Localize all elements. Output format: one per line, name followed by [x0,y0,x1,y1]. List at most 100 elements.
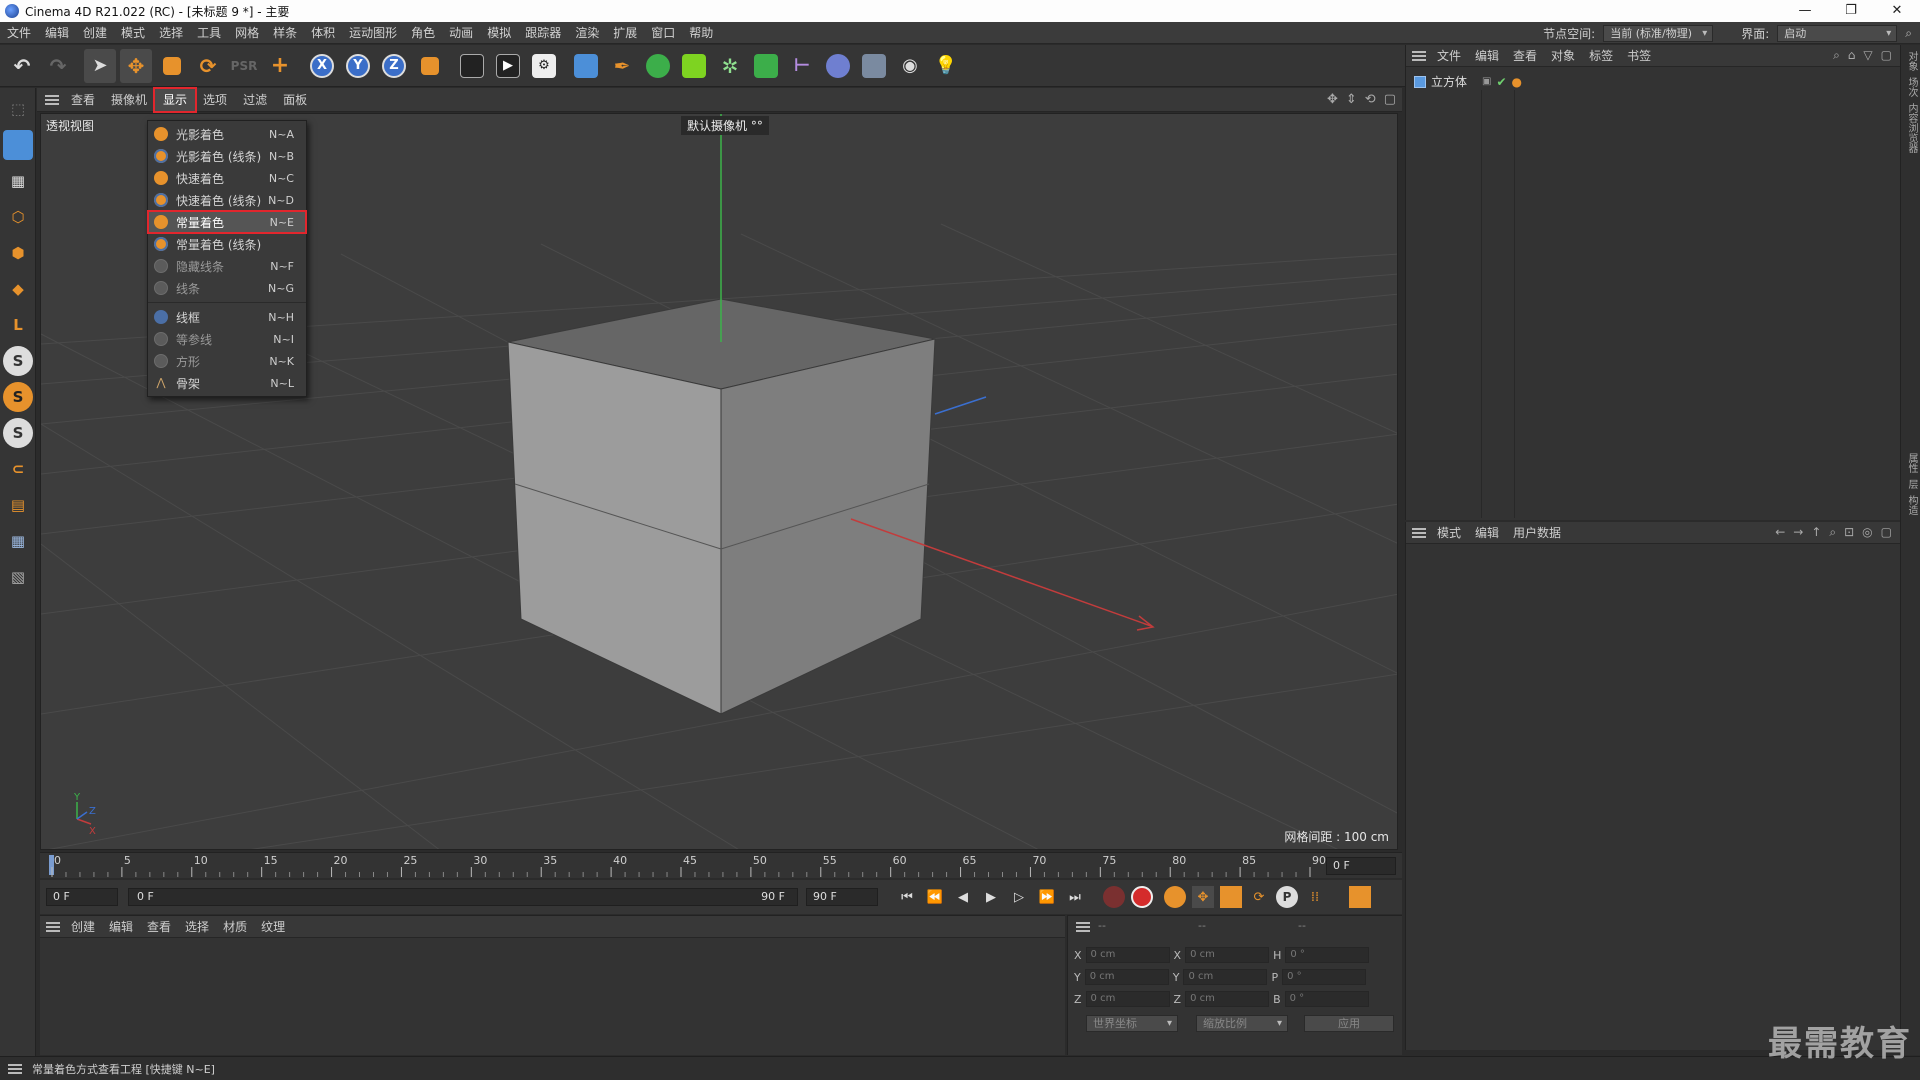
snap-button[interactable]: S [3,346,33,376]
apply-button[interactable]: 应用 [1304,1015,1394,1032]
key-position-button[interactable]: ✥ [1192,886,1214,908]
menu-tools[interactable]: 工具 [190,22,228,44]
enabled-check-icon[interactable]: ✔ [1496,75,1506,89]
start-frame-field[interactable]: 0 F [46,888,118,906]
redo-button[interactable]: ↷ [42,49,74,83]
menu-select[interactable]: 选择 [152,22,190,44]
render-view-button[interactable] [456,49,488,83]
side-tab-takes[interactable]: 场次 [1904,77,1919,97]
menu-character[interactable]: 角色 [404,22,442,44]
rotation-b-field[interactable]: 0 ° [1284,991,1369,1007]
close-button[interactable]: ✕ [1874,0,1920,22]
go-to-start-button[interactable]: ⏮ [896,886,918,908]
restore-button[interactable]: ❐ [1828,0,1874,22]
recent-tool-button[interactable]: PSR [228,49,260,83]
previous-key-button[interactable]: ⏪ [924,886,946,908]
play-button[interactable]: ▶ [980,886,1002,908]
key-parameter-button[interactable]: P [1276,886,1298,908]
side-tab-attributes[interactable]: 属性 [1904,453,1919,473]
menu-simulate[interactable]: 模拟 [480,22,518,44]
snap-settings-button[interactable]: S [3,382,33,412]
autokey-button[interactable] [1131,886,1153,908]
next-frame-button[interactable]: ▷ [1008,886,1030,908]
om-menu-tags[interactable]: 标签 [1582,47,1620,64]
menu-item-gouraud-shading-lines[interactable]: 光影着色 (线条) N~B [148,145,306,167]
filter-icon[interactable]: ▽ [1863,48,1872,63]
locked-workplane-button[interactable]: ▧ [3,562,33,592]
menu-tracker[interactable]: 跟踪器 [518,22,568,44]
model-mode-button[interactable] [3,130,33,160]
orbit-icon[interactable]: ⟲ [1365,92,1376,107]
layout-dropdown[interactable]: 启动 [1777,24,1898,42]
edges-mode-button[interactable]: ⬢ [3,238,33,268]
om-menu-file[interactable]: 文件 [1430,47,1468,64]
coordinate-system-button[interactable] [414,49,446,83]
size-z-field[interactable]: 0 cm [1185,991,1270,1007]
lock-icon[interactable]: ⊡ [1844,525,1854,540]
cloner-button[interactable]: ✲ [714,49,746,83]
menu-help[interactable]: 帮助 [682,22,720,44]
make-editable-button[interactable]: ⬚ [3,94,33,124]
object-row-cube[interactable]: 立方体 ▣ ✔ ● [1414,73,1522,90]
grid-workplane-button[interactable]: ▦ [3,526,33,556]
subdivision-button[interactable] [642,49,674,83]
am-menu-mode[interactable]: 模式 [1430,524,1468,541]
om-menu-view[interactable]: 查看 [1506,47,1544,64]
node-space-dropdown[interactable]: 当前 (标准/物理) [1603,24,1714,42]
search-icon[interactable]: ⌕ [1829,525,1836,540]
viewport-menu-view[interactable]: 查看 [63,89,103,111]
key-pla-button[interactable]: ⁞⁞ [1304,886,1326,908]
magnet-button[interactable]: ⊂ [3,454,33,484]
rotate-tool-button[interactable]: ⟳ [192,49,224,83]
viewport-menu-panel[interactable]: 面板 [275,89,315,111]
viewport-menu-cameras[interactable]: 摄像机 [103,89,155,111]
search-icon[interactable]: ⌕ [1905,26,1912,41]
menu-item-constant-shading[interactable]: 常量着色 N~E [147,210,307,234]
field-button[interactable] [822,49,854,83]
viewport-menu-display[interactable]: 显示 [153,86,198,113]
side-tab-content-browser[interactable]: 内容浏览器 [1904,103,1919,153]
scale-mode-dropdown[interactable]: 缩放比例 [1196,1015,1288,1032]
deformer-button[interactable]: ⊢ [786,49,818,83]
menu-extensions[interactable]: 扩展 [606,22,644,44]
menu-item-wireframe[interactable]: 线框 N~H [148,306,306,328]
pen-tool-button[interactable]: ✒ [606,49,638,83]
axis-tool-button[interactable]: + [264,49,296,83]
maximize-view-icon[interactable]: ▢ [1384,92,1396,107]
next-key-button[interactable]: ⏩ [1036,886,1058,908]
menu-item-quick-shading[interactable]: 快速着色 N~C [148,167,306,189]
points-mode-button[interactable]: ⬡ [3,202,33,232]
record-active-button[interactable] [1103,886,1125,908]
menu-window[interactable]: 窗口 [644,22,682,44]
menu-item-hidden-line[interactable]: 隐藏线条 N~F [148,255,306,277]
position-z-field[interactable]: 0 cm [1085,991,1170,1007]
menu-item-lines[interactable]: 线条 N~G [148,277,306,299]
menu-animate[interactable]: 动画 [442,22,480,44]
mm-menu-create[interactable]: 创建 [64,918,102,935]
forward-arrow-icon[interactable]: → [1793,525,1803,540]
position-y-field[interactable]: 0 cm [1084,969,1169,985]
mm-menu-texture[interactable]: 纹理 [254,918,292,935]
mm-menu-select[interactable]: 选择 [178,918,216,935]
zoom-icon[interactable]: ⇕ [1346,92,1357,107]
om-menu-bookmarks[interactable]: 书签 [1620,47,1658,64]
minimize-button[interactable]: — [1782,0,1828,22]
menu-mograph[interactable]: 运动图形 [342,22,404,44]
visibility-toggle-icon[interactable]: ▣ [1482,76,1491,87]
mm-menu-edit[interactable]: 编辑 [102,918,140,935]
new-panel-icon[interactable]: ▢ [1881,525,1892,540]
polygons-mode-button[interactable]: ◆ [3,274,33,304]
preview-range-slider[interactable]: 0 F 90 F [128,888,798,906]
hamburger-icon[interactable] [1412,527,1426,538]
menu-mesh[interactable]: 网格 [228,22,266,44]
mm-menu-material[interactable]: 材质 [216,918,254,935]
x-axis-button[interactable]: X [306,49,338,83]
menu-mode[interactable]: 模式 [114,22,152,44]
camera-button[interactable]: ◉ [894,49,926,83]
undo-button[interactable]: ↶ [6,49,38,83]
previous-frame-button[interactable]: ◀ [952,886,974,908]
scale-tool-button[interactable] [156,49,188,83]
menu-item-quick-shading-lines[interactable]: 快速着色 (线条) N~D [148,189,306,211]
hamburger-icon[interactable] [45,94,59,105]
select-tool-button[interactable]: ➤ [84,48,116,83]
